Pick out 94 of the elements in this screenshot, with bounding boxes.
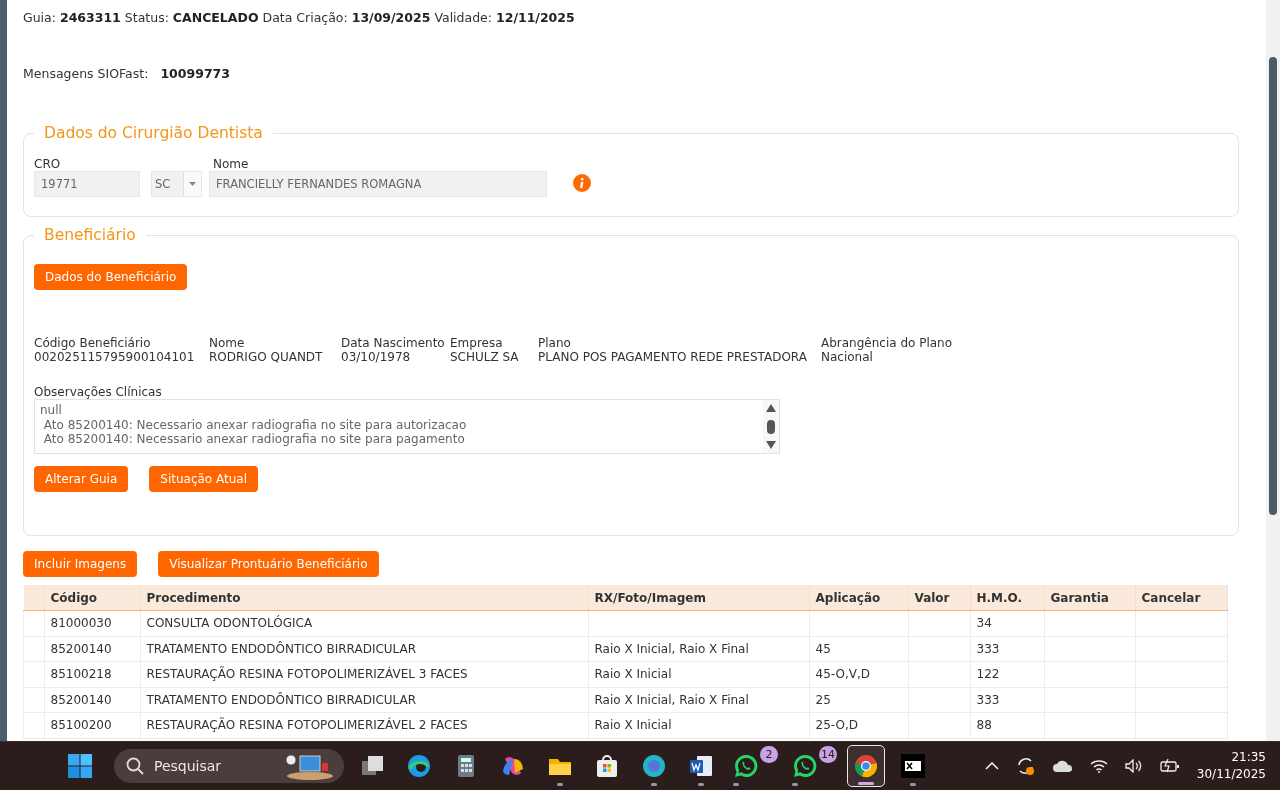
table-cell: Raio X Inicial, Raio X Final [588, 687, 809, 713]
table-cell: 333 [970, 687, 1044, 713]
cloud-icon[interactable] [1052, 760, 1073, 772]
action-button[interactable]: Alterar Guia [34, 466, 129, 492]
column-header: Aplicação [809, 585, 908, 611]
beneficiary-data-button[interactable]: Dados do Beneficiário [34, 264, 188, 290]
column-header: Código [44, 585, 140, 611]
clock[interactable]: 21:35 30/11/2025 [1196, 749, 1266, 783]
name-field[interactable]: FRANCIELLY FERNANDES ROMAGNA [209, 171, 547, 197]
scroll-down-icon[interactable] [766, 441, 776, 449]
search-field[interactable]: Pesquisar [152, 757, 276, 775]
messages-value: 10099773 [160, 66, 230, 82]
action-button[interactable]: Situação Atual [149, 466, 258, 492]
info-icon[interactable] [573, 174, 591, 192]
section-title: Dados do Cirurgião Dentista [43, 124, 264, 142]
text-line: Ato 85200140: Necessario anexar radiografia no site para pagamento [42, 432, 466, 447]
field-value: 002025115795900104101 [34, 350, 196, 364]
action-button[interactable]: Incluir Imagens [23, 551, 138, 577]
messages-label: Mensagens SIOFast: [23, 66, 149, 82]
field-value: SCHULZ SA [450, 350, 520, 364]
column-header: Valor [908, 585, 970, 611]
browser-circle-icon [853, 753, 879, 779]
table-cell: 85200140 [44, 687, 140, 713]
table-cell: 333 [970, 636, 1044, 662]
field-label: CRO [34, 157, 62, 171]
table-cell: 122 [970, 661, 1044, 687]
action-button[interactable]: Visualizar Prontuário Beneficiário [158, 551, 379, 577]
chat-bubble-icon [792, 753, 818, 779]
field-label: Plano [538, 336, 572, 350]
table-cell: TRATAMENTO ENDODÔNTICO BIRRADICULAR [140, 636, 588, 662]
table-cell: 25 [809, 687, 908, 713]
chevron-up-icon[interactable] [984, 762, 999, 770]
guide-summary: Guia: 2463311 Status: CANCELADO Data Criação: 13/09/2025 Validade: 12/11/2025 [23, 10, 576, 26]
dropdown-arrow-icon[interactable] [189, 182, 196, 186]
square-app-icon [900, 753, 926, 779]
column-header: Cancelar [1135, 585, 1227, 611]
field-label: Nome [209, 336, 246, 350]
table-cell: 25-O,D [809, 712, 908, 738]
table-cell: 88 [970, 712, 1044, 738]
field-label: Empresa [450, 336, 504, 350]
text-line: Ato 85200140: Necessario anexar radiografia no site para autorizacao [42, 417, 468, 432]
scrollbar[interactable] [1266, 0, 1280, 741]
search-bar[interactable]: Pesquisar [114, 749, 344, 783]
notification-badge: 2 [760, 746, 778, 763]
table-cell: CONSULTA ODONTOLÓGICA [140, 610, 588, 636]
field-label: Data Nascimento [341, 336, 446, 350]
table-cell: TRATAMENTO ENDODÔNTICO BIRRADICULAR [140, 687, 588, 713]
table-cell: 45-O,V,D [809, 661, 908, 687]
scroll-thumb[interactable] [767, 419, 775, 434]
speaker-icon[interactable] [1124, 759, 1143, 773]
taskbar-app[interactable] [847, 745, 885, 787]
scroll-up-icon[interactable] [766, 404, 776, 412]
table-cell: Raio X Inicial [588, 661, 809, 687]
table-cell: 81000030 [44, 610, 140, 636]
table-cell: RESTAURAÇÃO RESINA FOTOPOLIMERIZÁVEL 3 FACES [140, 661, 588, 687]
column-header: H.M.O. [970, 585, 1044, 611]
field-value: RODRIGO QUANDT [209, 350, 324, 364]
field-label: Observações Clínicas [34, 385, 163, 399]
desk-illustration-icon [284, 751, 334, 781]
table-cell: Raio X Inicial, Raio X Final [588, 636, 809, 662]
cro-field[interactable]: 19771 [34, 171, 140, 197]
document-app-icon [688, 753, 714, 779]
table-cell: 85200140 [44, 636, 140, 662]
field-value: PLANO POS PAGAMENTO REDE PRESTADORA [538, 350, 808, 364]
section-title: Beneficiário [43, 226, 137, 244]
table-cell: 85100218 [44, 661, 140, 687]
sync-icon[interactable] [1015, 756, 1036, 776]
circle-app-icon [641, 753, 667, 779]
column-header: Procedimento [140, 585, 588, 611]
field-value: 03/10/1978 [341, 350, 412, 364]
text-line: null [40, 403, 63, 418]
field-label: Código Beneficiário [34, 336, 152, 350]
wifi-icon[interactable] [1089, 759, 1108, 773]
windows-logo-icon[interactable] [67, 753, 93, 779]
column-header: Garantia [1044, 585, 1135, 611]
swirl-circle-icon [406, 753, 432, 779]
table-cell: 34 [970, 610, 1044, 636]
field-label: Nome [213, 157, 250, 171]
taskbar-app[interactable]: 14 [788, 745, 838, 787]
table-cell: 85100200 [44, 712, 140, 738]
table-cell: RESTAURAÇÃO RESINA FOTOPOLIMERIZÁVEL 2 FACES [140, 712, 588, 738]
taskbar-app[interactable]: 2 [729, 745, 779, 787]
column-header: RX/Foto/Imagem [588, 585, 809, 611]
notification-badge: 14 [819, 746, 837, 763]
search-icon [126, 757, 144, 775]
table-cell: Raio X Inicial [588, 712, 809, 738]
chat-bubble-icon [733, 753, 759, 779]
state-select[interactable]: SC [151, 171, 202, 197]
shopping-bag-icon [594, 753, 620, 779]
field-label: Abrangência do Plano [821, 336, 954, 350]
field-value: Nacional [821, 350, 874, 364]
battery-icon[interactable] [1159, 759, 1180, 773]
table-cell: 45 [809, 636, 908, 662]
observations-field[interactable]: null Ato 85200140: Necessario anexar radiografia no site para autorizacao Ato 85200140: Necessario anexar radiografia no site para pagamento [34, 399, 780, 454]
